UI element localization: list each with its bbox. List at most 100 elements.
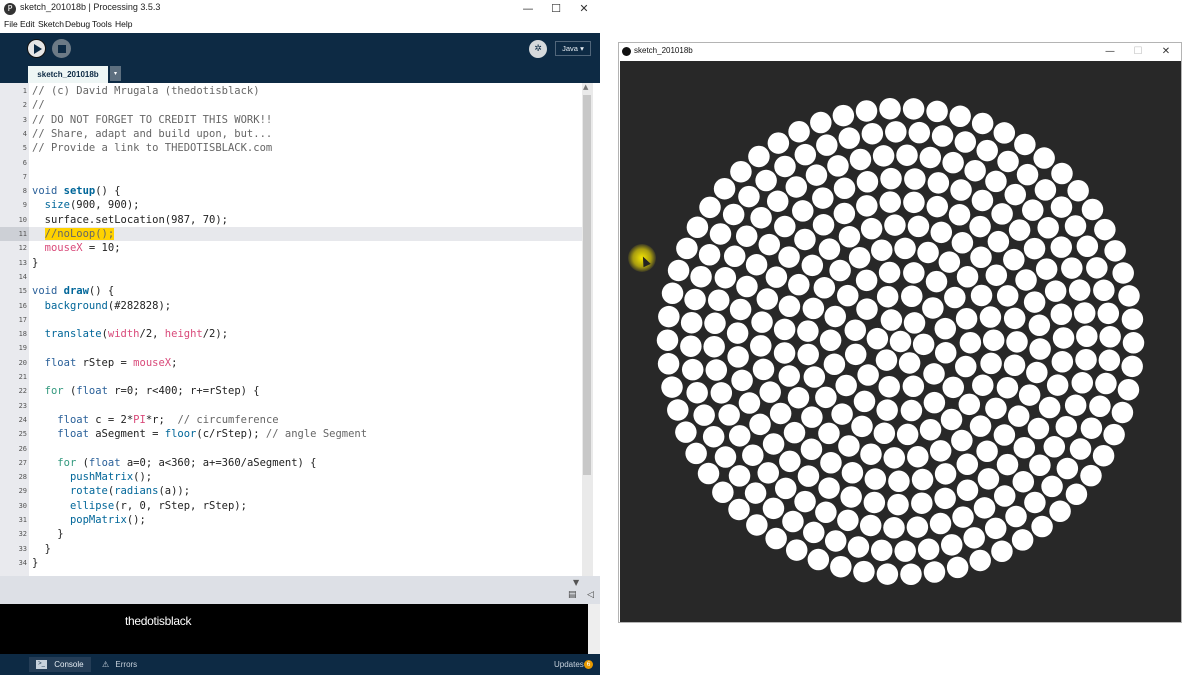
sketch-dot xyxy=(794,490,816,513)
sketch-dot xyxy=(829,259,851,282)
sketch-dot xyxy=(963,527,985,549)
sketch-dot xyxy=(996,453,1019,476)
sketch-dot xyxy=(878,375,900,398)
tab-menu-button[interactable]: ▾ xyxy=(110,66,121,81)
sketch-dot xyxy=(875,349,898,371)
line-number-20: 20 xyxy=(18,358,27,367)
run-button[interactable] xyxy=(27,39,46,58)
updates-link[interactable]: Updates xyxy=(554,660,584,669)
stop-button[interactable] xyxy=(52,39,71,58)
line-number-29: 29 xyxy=(18,487,27,496)
console-text: thedotisblack xyxy=(125,614,192,628)
sketch-close-button[interactable]: ✕ xyxy=(1152,43,1180,61)
sketch-dot xyxy=(1121,308,1144,330)
menu-debug[interactable]: Debug xyxy=(65,19,90,29)
sketch-dot xyxy=(824,530,847,552)
line-number-24: 24 xyxy=(18,415,27,424)
sketch-dot xyxy=(1035,258,1058,280)
collapse-icon[interactable]: ◁ xyxy=(587,590,594,600)
sketch-dot xyxy=(707,289,730,311)
sketch-dot xyxy=(712,481,734,504)
play-icon xyxy=(34,43,42,54)
sketch-dot xyxy=(917,241,939,264)
tab-sketch[interactable]: sketch_201018b xyxy=(28,66,108,83)
sketch-dot xyxy=(807,548,830,571)
editor-vertical-scrollbar[interactable]: ▲ xyxy=(582,83,593,576)
scroll-up-icon[interactable]: ▲ xyxy=(583,83,588,91)
sketch-dot xyxy=(904,168,926,190)
sketch-dot xyxy=(976,440,998,463)
sketch-dot xyxy=(831,403,853,425)
sketch-dot xyxy=(731,369,753,392)
sketch-dot xyxy=(693,404,715,426)
updates-count-badge[interactable]: 6 xyxy=(584,660,593,669)
errors-tab[interactable]: ⚠ Errors xyxy=(98,657,156,672)
copy-icon[interactable]: ▤ xyxy=(568,590,577,600)
sketch-dot xyxy=(801,254,824,277)
sketch-dot xyxy=(930,221,953,244)
sketch-dot xyxy=(907,445,929,468)
sketch-dot xyxy=(987,230,1010,253)
sketch-dot xyxy=(980,352,1002,375)
sketch-dot xyxy=(949,105,971,128)
menu-tools[interactable]: Tools xyxy=(92,19,112,29)
sketch-dot xyxy=(851,415,873,438)
sketch-dot xyxy=(940,408,963,431)
scroll-down-icon[interactable]: ▼ xyxy=(573,578,579,587)
menu-help[interactable]: Help xyxy=(115,19,132,29)
sketch-dot xyxy=(853,390,876,413)
close-button[interactable]: ✕ xyxy=(570,0,598,18)
sketch-dot xyxy=(934,342,957,364)
sketch-canvas[interactable] xyxy=(620,61,1181,622)
sketch-dot xyxy=(844,319,867,341)
sketch-dot xyxy=(728,425,751,447)
sketch-dot xyxy=(973,497,996,519)
sketch-dot xyxy=(840,486,862,508)
mode-select[interactable]: Java ▾ xyxy=(555,41,591,56)
processing-logo-icon xyxy=(622,47,631,56)
sketch-dot xyxy=(837,284,859,307)
sketch-maximize-button[interactable]: ☐ xyxy=(1124,43,1152,61)
sketch-dot xyxy=(820,452,842,474)
sketch-dot xyxy=(1003,248,1025,271)
sketch-dot xyxy=(686,381,708,404)
console-tab[interactable]: >_ Console xyxy=(29,657,91,672)
code-line-28: pushMatrix(); xyxy=(69,471,153,484)
sketch-dot xyxy=(889,330,912,353)
sketch-dot xyxy=(1069,438,1092,460)
scrollbar-thumb[interactable] xyxy=(583,95,591,475)
sketch-dot xyxy=(802,297,825,320)
sketch-dot xyxy=(972,374,994,396)
sketch-dot xyxy=(728,498,750,521)
sketch-minimize-button[interactable]: — xyxy=(1096,43,1124,61)
sketch-dot xyxy=(1052,327,1075,349)
maximize-button[interactable]: ☐ xyxy=(542,0,570,18)
code-editor[interactable]: // (c) David Mrugala (thedotisblack) // … xyxy=(0,83,600,587)
minimize-button[interactable]: — xyxy=(514,0,542,18)
sketch-dot xyxy=(1098,349,1121,372)
sketch-dot xyxy=(742,444,764,466)
sketch-dot xyxy=(1121,355,1143,378)
debugger-button[interactable]: ✲ xyxy=(529,40,547,58)
menu-sketch[interactable]: Sketch xyxy=(38,19,64,29)
menu-edit[interactable]: Edit xyxy=(20,19,35,29)
code-line-13: } xyxy=(32,256,39,269)
sketch-dot xyxy=(1055,415,1078,438)
sketch-dot xyxy=(985,170,1007,193)
code-line-16: background(#282828); xyxy=(44,299,172,312)
sketch-dot xyxy=(956,479,979,501)
sketch-dot xyxy=(870,539,893,562)
sketch-dot xyxy=(1112,262,1134,284)
butterfly-icon: ✲ xyxy=(534,44,542,54)
sketch-dot xyxy=(993,424,1016,446)
sketch-dot xyxy=(976,139,998,162)
console-scrollbar[interactable] xyxy=(588,604,600,654)
sketch-dot xyxy=(785,539,808,561)
sketch-dot xyxy=(797,343,819,366)
sketch-output-window: sketch_201018b — ☐ ✕ xyxy=(618,42,1182,623)
sketch-dot xyxy=(1029,338,1051,360)
sketch-dot xyxy=(878,261,901,284)
code-line-11: //noLoop(); xyxy=(44,228,115,240)
menu-file[interactable]: File xyxy=(4,19,18,29)
code-line-1: // (c) David Mrugala (thedotisblack) xyxy=(32,85,260,97)
